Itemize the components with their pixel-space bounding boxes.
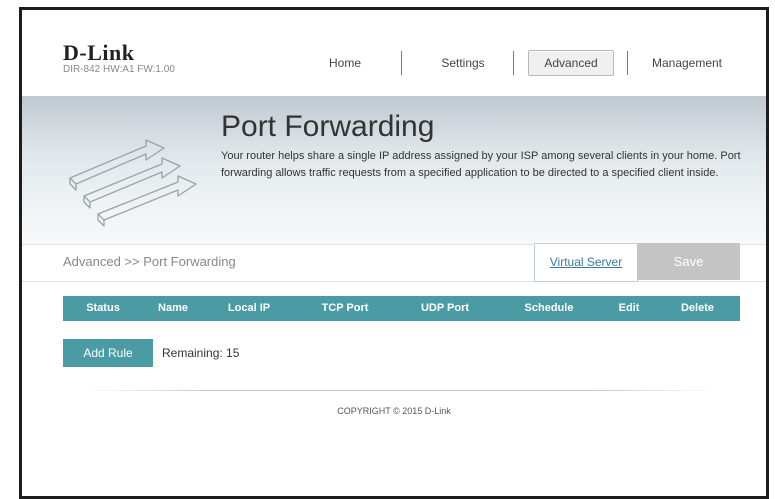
model-info: DIR-842 HW:A1 FW:1.00 bbox=[63, 64, 175, 75]
column-tcp-port: TCP Port bbox=[321, 302, 369, 314]
port-forwarding-arrows-icon bbox=[69, 139, 197, 227]
page-title: Port Forwarding bbox=[221, 110, 435, 143]
nav-management[interactable]: Management bbox=[640, 50, 734, 76]
nav-home[interactable]: Home bbox=[309, 50, 381, 76]
router-admin-window: D-Link DIR-842 HW:A1 FW:1.00 Home Settin… bbox=[19, 7, 769, 499]
nav-settings[interactable]: Settings bbox=[426, 50, 500, 76]
column-udp-port: UDP Port bbox=[420, 302, 470, 314]
column-schedule: Schedule bbox=[524, 302, 574, 314]
rules-table-header: Status Name Local IP TCP Port UDP Port S… bbox=[63, 296, 740, 321]
page-description: Your router helps share a single IP addr… bbox=[221, 150, 741, 179]
column-status: Status bbox=[86, 302, 120, 314]
breadcrumb: Advanced >> Port Forwarding bbox=[63, 254, 236, 269]
remaining-count: Remaining: 15 bbox=[162, 346, 240, 360]
add-rule-button[interactable]: Add Rule bbox=[63, 339, 153, 367]
top-header: D-Link DIR-842 HW:A1 FW:1.00 Home Settin… bbox=[22, 10, 766, 96]
footer-divider bbox=[84, 390, 718, 391]
column-name: Name bbox=[158, 302, 188, 314]
virtual-server-link[interactable]: Virtual Server bbox=[534, 243, 638, 282]
nav-separator bbox=[627, 51, 628, 75]
save-button[interactable]: Save bbox=[637, 243, 740, 280]
column-local-ip: Local IP bbox=[227, 302, 271, 314]
nav-advanced[interactable]: Advanced bbox=[528, 50, 614, 76]
nav-separator bbox=[401, 51, 402, 75]
dlink-logo: D-Link bbox=[63, 40, 135, 65]
column-delete: Delete bbox=[680, 302, 715, 314]
copyright-text: COPYRIGHT © 2015 D-Link bbox=[337, 406, 451, 416]
nav-separator bbox=[513, 51, 514, 75]
column-edit: Edit bbox=[618, 302, 640, 314]
